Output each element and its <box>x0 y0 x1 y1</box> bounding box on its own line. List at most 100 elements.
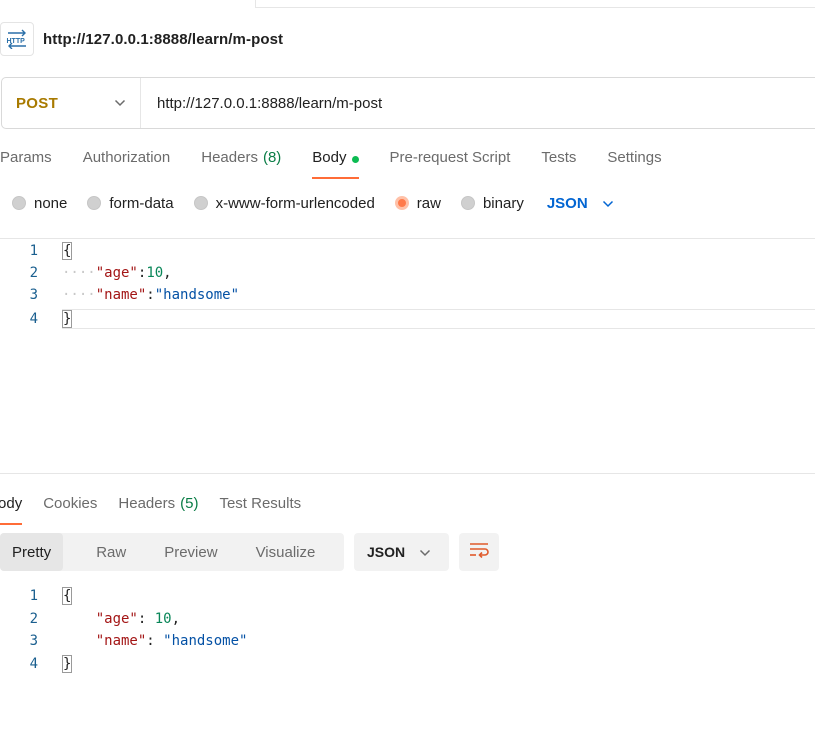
close-brace: } <box>62 310 73 328</box>
tab-label: Cookies <box>43 495 98 512</box>
tab-label: Body <box>0 495 23 512</box>
close-brace: } <box>62 655 73 673</box>
radio-label: form-data <box>109 194 174 212</box>
indent-whitespace: ···· <box>62 265 96 281</box>
wrap-lines-icon <box>469 542 489 563</box>
response-view-switch: Pretty Raw Preview Visualize <box>0 533 344 571</box>
method-label: POST <box>16 94 59 112</box>
code-line: 4 } <box>0 653 815 675</box>
radio-label: binary <box>482 194 524 212</box>
tab-label: Params <box>0 149 52 166</box>
line-number: 1 <box>29 243 38 259</box>
tab-authorization[interactable]: Authorization <box>83 144 171 180</box>
response-format-select[interactable]: JSON <box>354 533 449 571</box>
radio-circle <box>460 196 475 210</box>
chevron-down-icon <box>419 544 431 560</box>
body-type-options: none form-data x-www-form-urlencoded raw… <box>12 192 614 214</box>
chevron-down-icon <box>114 94 126 112</box>
line-number: 2 <box>29 611 38 627</box>
tab-headers[interactable]: Headers (8) <box>201 144 281 180</box>
tab-response-headers[interactable]: Headers (5) <box>118 490 198 526</box>
headers-count: (8) <box>262 149 282 166</box>
line-number: 3 <box>29 633 38 649</box>
code-line: 3 "name": "handsome" <box>0 630 815 652</box>
chevron-down-icon <box>602 195 614 212</box>
body-language-label: JSON <box>546 194 588 212</box>
json-key: "name" <box>95 287 147 303</box>
tab-label: Headers <box>118 495 176 512</box>
tab-settings[interactable]: Settings <box>607 144 661 180</box>
code-line: 2 ····"age":10, <box>0 262 815 284</box>
open-brace: { <box>62 587 73 605</box>
radio-x-www-form-urlencoded[interactable]: x-www-form-urlencoded <box>193 194 375 212</box>
radio-form-data[interactable]: form-data <box>87 194 174 212</box>
view-visualize[interactable]: Visualize <box>237 533 335 571</box>
radio-label: none <box>34 194 68 212</box>
json-key: "age" <box>95 265 138 281</box>
svg-text:HTTP: HTTP <box>7 38 26 45</box>
tab-response-body[interactable]: Body <box>0 490 23 526</box>
tab-pre-request-script[interactable]: Pre-request Script <box>390 144 511 180</box>
body-language-select[interactable]: JSON <box>547 195 614 212</box>
line-number: 3 <box>29 287 38 303</box>
radio-circle <box>12 196 26 210</box>
radio-binary[interactable]: binary <box>460 194 524 212</box>
request-title-bar: HTTP http://127.0.0.1:8888/learn/m-post <box>0 22 283 56</box>
response-format-label: JSON <box>367 544 406 560</box>
body-indicator-dot <box>351 156 359 163</box>
line-number: 4 <box>29 311 38 327</box>
request-body-editor[interactable]: 1 { 2 ····"age":10, 3 ····"name":"handso… <box>0 238 815 474</box>
view-pretty[interactable]: Pretty <box>0 533 64 571</box>
json-key: "age" <box>95 611 138 627</box>
http-icon: HTTP <box>0 22 34 56</box>
tab-body[interactable]: Body <box>312 144 359 180</box>
open-brace: { <box>62 242 73 260</box>
tab-tests[interactable]: Tests <box>541 144 576 180</box>
tab-label: Tests <box>541 149 577 166</box>
radio-circle <box>193 196 208 210</box>
tab-label: Body <box>312 149 347 166</box>
tab-label: Headers <box>201 149 258 166</box>
response-tabs: Body Cookies Headers(5) Test Results <box>0 490 322 526</box>
response-headers-count: (5) <box>180 495 199 512</box>
line-number: 4 <box>29 656 38 672</box>
code-line: 4 } <box>0 308 815 330</box>
method-select[interactable]: POST <box>2 78 141 128</box>
json-string: "handsome" <box>163 633 248 649</box>
radio-label: raw <box>416 194 441 212</box>
tab-label: Pre-request Script <box>389 149 511 166</box>
view-preview[interactable]: Preview <box>145 533 236 571</box>
line-number: 2 <box>29 265 38 281</box>
response-toolbar: Pretty Raw Preview Visualize JSON <box>0 533 499 571</box>
tab-params[interactable]: Params <box>0 144 52 180</box>
wrap-lines-button[interactable] <box>459 533 499 571</box>
tab-test-results[interactable]: Test Results <box>219 490 301 526</box>
url-input[interactable] <box>157 94 757 112</box>
response-body-viewer[interactable]: 1 { 2 "age": 10, 3 "name": "handsome" 4 … <box>0 585 815 675</box>
request-name[interactable]: http://127.0.0.1:8888/learn/m-post <box>43 31 283 48</box>
code-line: 1 { <box>0 240 815 262</box>
radio-label: x-www-form-urlencoded <box>215 194 375 212</box>
request-tabs: Params Authorization Headers (8) Body Pre… <box>0 144 693 180</box>
radio-none[interactable]: none <box>12 195 67 212</box>
radio-circle-selected <box>394 196 409 210</box>
line-number: 1 <box>29 588 38 604</box>
json-string: "handsome" <box>154 287 240 303</box>
view-raw[interactable]: Raw <box>77 533 145 571</box>
json-key: "name" <box>95 633 147 649</box>
code-line: 3 ····"name":"handsome" <box>0 284 815 306</box>
top-panel-edge <box>255 0 815 8</box>
tab-cookies[interactable]: Cookies <box>43 490 97 526</box>
url-bar: POST <box>1 77 815 129</box>
code-line: 1 { <box>0 585 815 607</box>
json-number: 10 <box>154 611 172 627</box>
tab-label: Test Results <box>219 495 302 512</box>
json-number: 10 <box>146 265 164 281</box>
radio-circle <box>87 196 102 210</box>
code-line: 2 "age": 10, <box>0 608 815 630</box>
tab-label: Settings <box>607 149 662 166</box>
indent-whitespace: ···· <box>62 287 96 303</box>
radio-raw[interactable]: raw <box>394 194 441 212</box>
